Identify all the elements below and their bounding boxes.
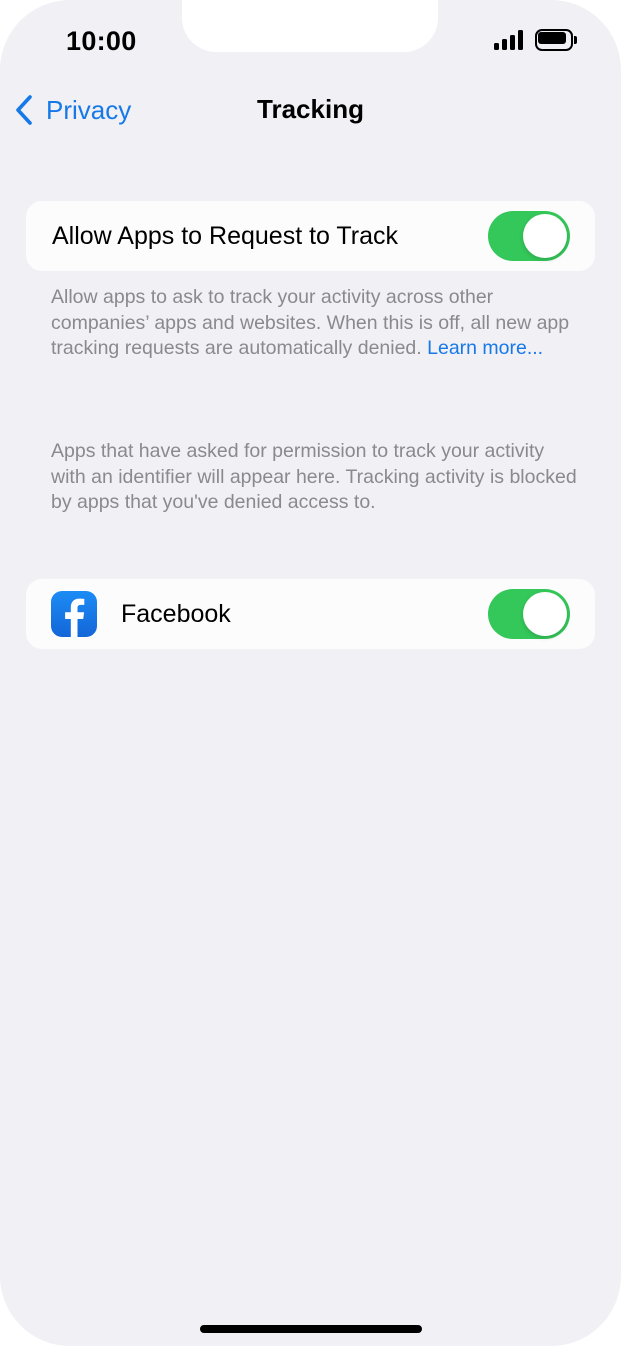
toggle-knob <box>523 592 567 636</box>
home-indicator <box>200 1325 422 1333</box>
allow-tracking-label: Allow Apps to Request to Track <box>52 222 399 250</box>
battery-icon <box>535 29 579 53</box>
camera-notch <box>182 0 438 52</box>
allow-tracking-toggle[interactable] <box>488 211 570 261</box>
cellular-signal-icon <box>494 30 526 50</box>
apps-group: Facebook <box>26 579 595 649</box>
status-time: 10:00 <box>66 26 137 56</box>
learn-more-link[interactable]: Learn more... <box>427 336 543 362</box>
allow-tracking-group: Allow Apps to Request to Track <box>26 201 595 271</box>
facebook-icon <box>51 591 97 637</box>
app-name-facebook: Facebook <box>121 600 231 628</box>
facebook-tracking-toggle[interactable] <box>488 589 570 639</box>
toggle-knob <box>523 214 567 258</box>
page-title: Tracking <box>257 94 364 124</box>
phone-screen: 10:00 Privacy Tracking Allow Apps to Req… <box>0 0 621 1346</box>
allow-tracking-footnote: Allow apps to ask to track your activity… <box>51 285 581 362</box>
apps-info-text: Apps that have asked for permission to t… <box>51 440 577 513</box>
